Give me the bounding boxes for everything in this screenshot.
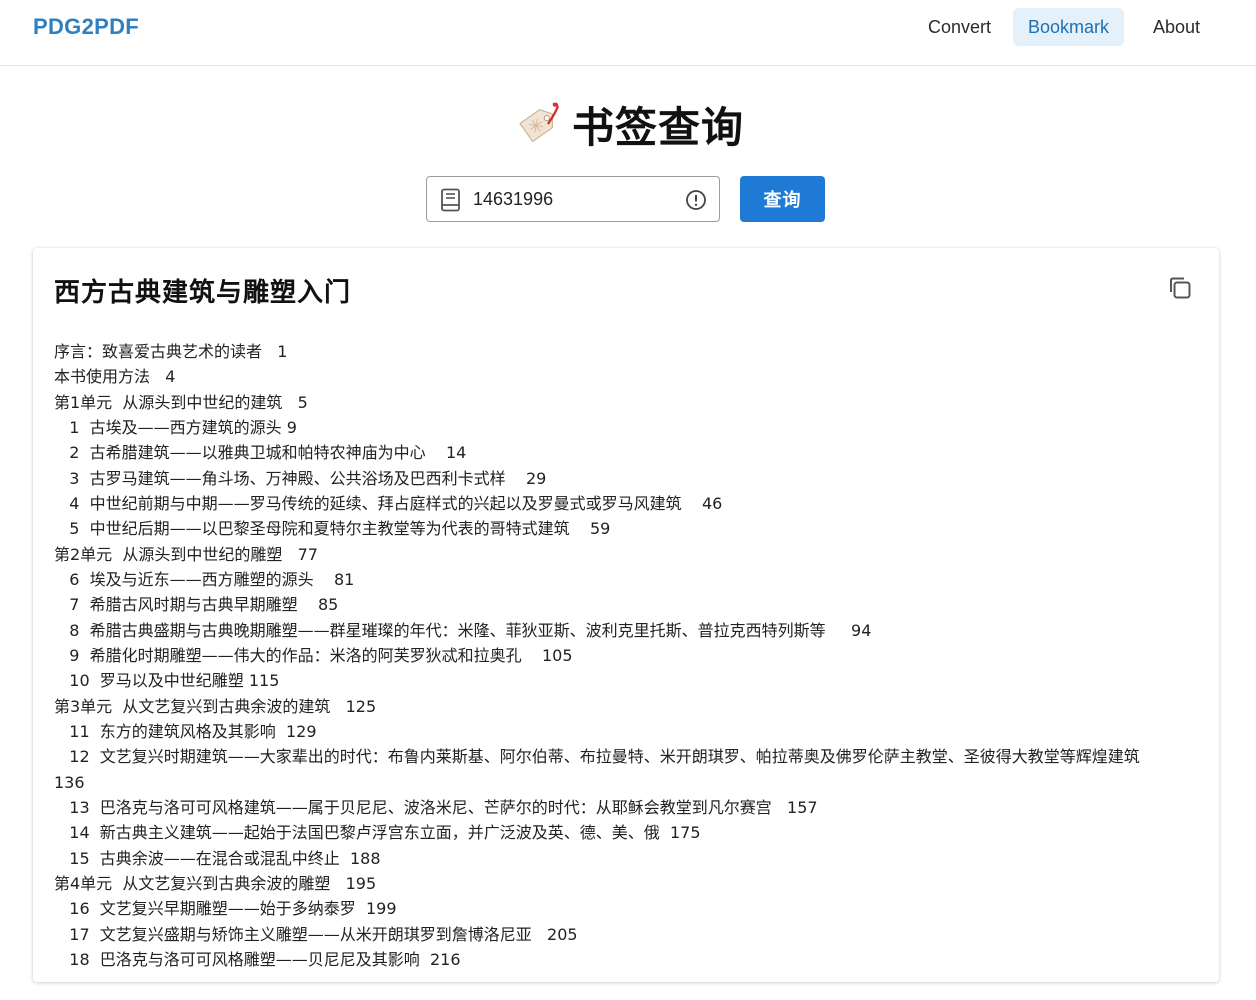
page-heading-inner: 书签查询 [512,94,744,155]
toc-entry: 第3单元 从文艺复兴到古典余波的建筑 125 [54,696,377,716]
query-button[interactable]: 查询 [740,176,825,222]
toc-entry: 8 希腊古典盛期与古典晚期雕塑——群星璀璨的年代：米隆、菲狄亚斯、波利克里托斯、… [54,620,872,640]
nav-link-about[interactable]: About [1138,8,1215,46]
toc-entry: 第4单元 从文艺复兴到古典余波的雕塑 195 [54,873,377,893]
nav-link-bookmark[interactable]: Bookmark [1013,8,1125,46]
top-navbar: PDG2PDF Convert Bookmark About [0,0,1256,66]
book-id-input[interactable] [473,185,673,213]
copy-icon[interactable] [1167,275,1193,301]
toc-entry: 7 希腊古风时期与古典早期雕塑 85 [54,595,339,615]
toc-entry: 11 东方的建筑风格及其影响 129 [54,721,317,741]
toc-entry: 13 巴洛克与洛可可风格建筑——属于贝尼尼、波洛米尼、芒萨尔的时代：从耶稣会教堂… [54,797,818,817]
toc-entry: 序言：致喜爱古典艺术的读者 1 [54,342,288,361]
toc-entry: 15 古典余波——在混合或混乱中终止 188 [54,848,381,868]
toc-entry: 6 埃及与近东——西方雕塑的源头 81 [54,569,355,589]
bookmark-tag-icon [519,102,560,142]
page-heading: 书签查询 [0,94,1256,154]
toc-entry: 12 文艺复兴时期建筑——大家辈出的时代：布鲁内莱斯基、阿尔伯蒂、布拉曼特、米开… [54,747,1161,792]
toc-entry: 10 罗马以及中世纪雕塑 115 [54,671,280,691]
result-card: 西方古典建筑与雕塑入门 序言：致喜爱古典艺术的读者 1 本书使用方法 4 第1单元 … [33,248,1219,982]
alert-circle-icon [686,190,706,210]
page-title: 书签查询 [571,103,744,152]
toc-entry: 4 中世纪前期与中期——罗马传统的延续、拜占庭样式的兴起以及罗曼式或罗马风建筑 … [54,493,723,513]
toc-entry: 第2单元 从源头到中世纪的雕塑 77 [54,544,318,564]
table-of-contents: 序言：致喜爱古典艺术的读者 1 本书使用方法 4 第1单元 从源头到中世纪的建筑 5… [54,339,1174,972]
book-id-search-box[interactable] [426,176,720,222]
book-icon [441,188,460,212]
toc-entry: 16 文艺复兴早期雕塑——始于多纳泰罗 199 [54,899,397,919]
toc-entry: 第1单元 从源头到中世纪的建筑 5 [54,392,308,412]
toc-entry: 18 巴洛克与洛可可风格雕塑——贝尼尼及其影响 216 [54,949,461,969]
toc-entry: 9 希腊化时期雕塑——伟大的作品：米洛的阿芙罗狄忒和拉奥孔 105 [54,645,573,665]
toc-entry: 5 中世纪后期——以巴黎圣母院和夏特尔主教堂等为代表的哥特式建筑 59 [54,519,611,539]
nav-link-convert[interactable]: Convert [913,8,1006,46]
toc-entry: 17 文艺复兴盛期与矫饰主义雕塑——从米开朗琪罗到詹博洛尼亚 205 [54,924,578,944]
toc-entry: 1 古埃及——西方建筑的源头 9 [54,417,297,437]
toc-entry: 本书使用方法 4 [54,367,176,387]
toc-entry: 14 新古典主义建筑——起始于法国巴黎卢浮宫东立面，并广泛波及英、德、美、俄 1… [54,823,701,843]
toc-entry: 2 古希腊建筑——以雅典卫城和帕特农神庙为中心 14 [54,443,467,463]
toc-entry: 3 古罗马建筑——角斗场、万神殿、公共浴场及巴西利卡式样 29 [54,468,547,488]
brand-logo[interactable]: PDG2PDF [33,14,139,40]
book-title: 西方古典建筑与雕塑入门 [54,278,352,308]
